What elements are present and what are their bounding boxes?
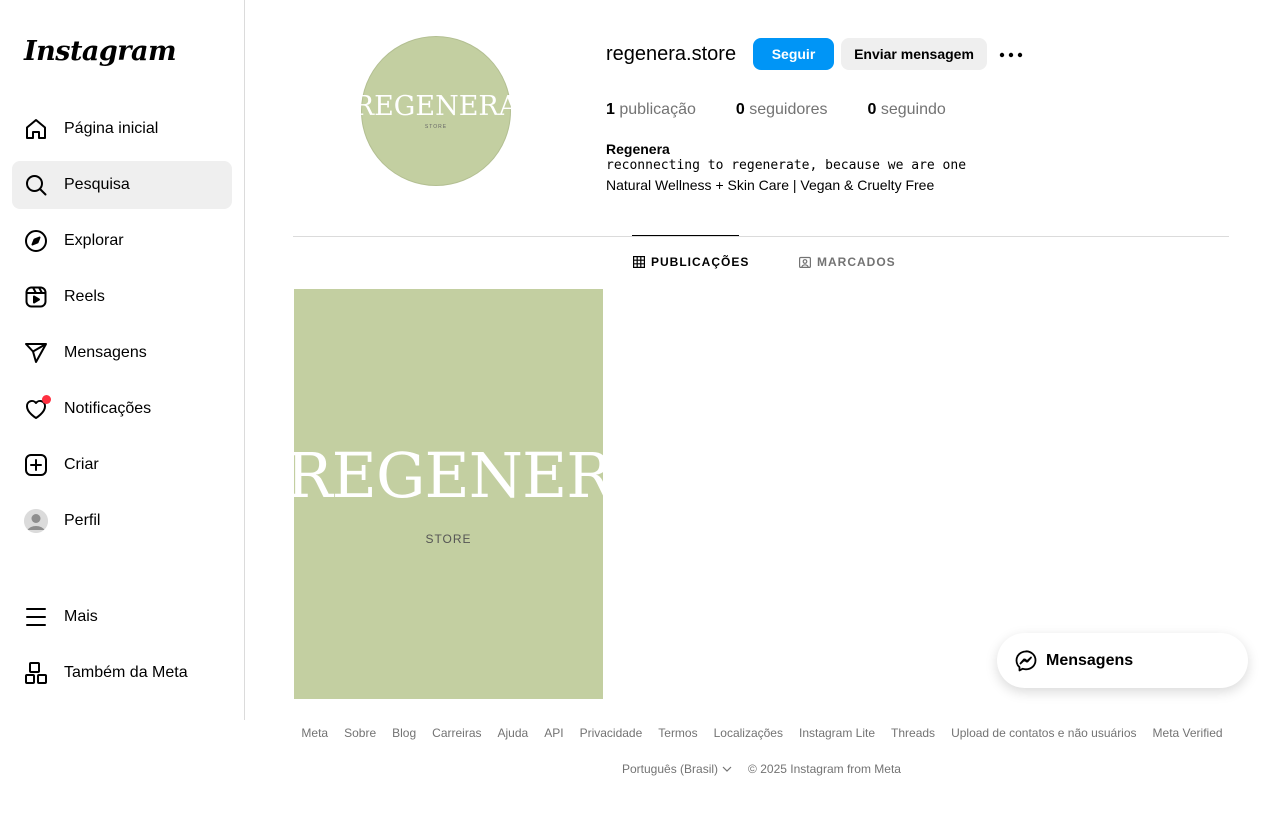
followers-label: seguidores: [749, 101, 828, 118]
chevron-down-icon: [722, 766, 732, 772]
stat-following[interactable]: 0 seguindo: [868, 101, 946, 119]
heart-icon: [24, 395, 51, 421]
sidebar-item-label: Também da Meta: [64, 664, 188, 681]
bio-tagline: reconnecting to regenerate, because we a…: [606, 158, 967, 173]
post-thumbnail[interactable]: REGENERA STORE: [294, 289, 603, 699]
language-label: Português (Brasil): [622, 762, 719, 776]
footer-bottom: Português (Brasil) © 2025 Instagram from…: [622, 762, 901, 776]
sidebar-item-notifications[interactable]: Notificações: [12, 385, 232, 433]
profile-picture-subtext: STORE: [424, 123, 448, 130]
sidebar-item-profile[interactable]: Perfil: [12, 497, 232, 545]
plus-square-icon: [24, 453, 48, 477]
tabs-divider: [293, 236, 1229, 237]
tab-tagged-label: MARCADOS: [817, 255, 896, 269]
sidebar-item-label: Explorar: [64, 232, 124, 249]
reels-icon: [24, 285, 48, 309]
footer-link[interactable]: Privacidade: [580, 726, 643, 740]
messenger-icon: [1014, 649, 1038, 673]
post-brand-text: REGENERA: [294, 439, 603, 512]
footer-link[interactable]: Localizações: [714, 726, 783, 740]
more-options-button[interactable]: [997, 43, 1025, 65]
profile-username: regenera.store: [606, 43, 737, 65]
footer-link[interactable]: Meta Verified: [1153, 726, 1223, 740]
send-message-button[interactable]: Enviar mensagem: [841, 38, 987, 70]
sidebar-item-create[interactable]: Criar: [12, 441, 232, 489]
following-count: 0: [867, 101, 877, 118]
follow-button[interactable]: Seguir: [753, 38, 834, 70]
notification-dot: [42, 395, 51, 404]
footer-links: Meta Sobre Blog Carreiras Ajuda API Priv…: [0, 726, 1265, 740]
copyright: © 2025 Instagram from Meta: [748, 762, 901, 776]
footer-link[interactable]: Instagram Lite: [799, 726, 875, 740]
messages-floating-label: Mensagens: [1046, 651, 1134, 669]
search-icon: [24, 173, 48, 197]
sidebar: Instagram Página inicial Pesquisa Explor…: [0, 0, 245, 720]
sidebar-item-reels[interactable]: Reels: [12, 273, 232, 321]
avatar: [24, 509, 48, 533]
profile-picture[interactable]: REGENERA STORE: [354, 36, 518, 186]
sidebar-item-explore[interactable]: Explorar: [12, 217, 232, 265]
posts-count: 1: [606, 101, 615, 118]
language-selector[interactable]: Português (Brasil): [622, 762, 732, 776]
active-tab-indicator: [632, 235, 739, 236]
sidebar-item-search[interactable]: Pesquisa: [12, 161, 232, 209]
sidebar-item-label: Pesquisa: [64, 176, 130, 193]
tab-posts[interactable]: PUBLICAÇÕES: [633, 255, 749, 269]
send-icon: [24, 341, 48, 365]
footer-link[interactable]: Termos: [658, 726, 697, 740]
profile-stats: 1 publicação 0 seguidores 0 seguindo: [606, 101, 986, 119]
footer-link[interactable]: Upload de contatos e não usuários: [951, 726, 1136, 740]
tab-posts-label: PUBLICAÇÕES: [651, 255, 750, 269]
footer-link[interactable]: API: [544, 726, 563, 740]
messages-floating-button[interactable]: Mensagens: [997, 633, 1248, 688]
followers-count: 0: [735, 101, 745, 118]
sidebar-item-label: Notificações: [64, 400, 152, 417]
bio-description: Natural Wellness + Skin Care | Vegan & C…: [606, 177, 935, 193]
post-subtext: STORE: [425, 532, 472, 546]
sidebar-item-label: Página inicial: [64, 120, 159, 137]
sidebar-item-label: Mais: [64, 608, 98, 625]
footer-link[interactable]: Threads: [891, 726, 935, 740]
footer-link[interactable]: Blog: [392, 726, 416, 740]
bio-name: Regenera: [606, 141, 670, 157]
sidebar-item-meta[interactable]: Também da Meta: [12, 649, 232, 697]
menu-icon: [24, 605, 48, 629]
sidebar-item-more[interactable]: Mais: [12, 593, 232, 641]
sidebar-item-messages[interactable]: Mensagens: [12, 329, 232, 377]
sidebar-item-label: Perfil: [64, 512, 101, 529]
stat-followers[interactable]: 0 seguidores: [736, 101, 828, 119]
posts-label: publicação: [619, 101, 696, 118]
home-icon: [24, 117, 48, 141]
footer-link[interactable]: Sobre: [344, 726, 376, 740]
sidebar-item-home[interactable]: Página inicial: [12, 105, 232, 153]
sidebar-item-label: Reels: [64, 288, 105, 305]
profile-picture-brand: REGENERA: [353, 90, 519, 122]
sidebar-item-label: Criar: [64, 456, 99, 473]
tab-tagged[interactable]: MARCADOS: [799, 255, 896, 269]
footer-link[interactable]: Ajuda: [498, 726, 529, 740]
tagged-icon: [799, 256, 811, 268]
compass-icon: [24, 229, 48, 253]
stat-posts: 1 publicação: [606, 101, 696, 119]
grid-icon: [633, 256, 645, 268]
meta-apps-icon: [24, 661, 48, 685]
sidebar-item-label: Mensagens: [64, 344, 147, 361]
instagram-logo[interactable]: Instagram: [24, 36, 177, 67]
footer-link[interactable]: Meta: [301, 726, 328, 740]
following-label: seguindo: [880, 101, 946, 118]
more-horizontal-icon: [999, 45, 1023, 63]
footer-link[interactable]: Carreiras: [432, 726, 481, 740]
